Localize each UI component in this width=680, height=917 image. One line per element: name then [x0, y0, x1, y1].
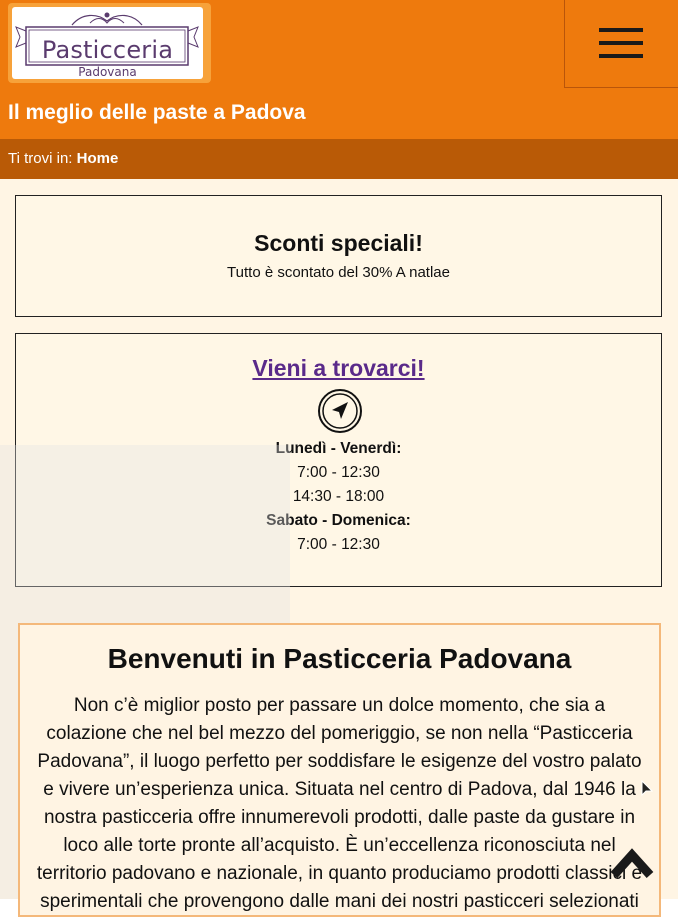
menu-button[interactable]	[564, 0, 678, 88]
hours-label-weekend: Sabato - Domenica:	[266, 512, 411, 529]
opening-hours: Lunedì - Venerdì: 7:00 - 12:30 14:30 - 1…	[16, 437, 661, 557]
logo[interactable]: Pasticceria Padovana	[8, 3, 211, 83]
welcome-title: Benvenuti in Pasticceria Padovana	[107, 643, 572, 674]
breadcrumb-home-link[interactable]: Home	[77, 150, 119, 167]
welcome-text: Non c’è miglior posto per passare un dol…	[36, 695, 643, 912]
hamburger-bar	[599, 41, 643, 45]
navigation-arrow-icon[interactable]	[317, 388, 363, 434]
hours-time: 14:30 - 18:00	[292, 488, 385, 505]
visit-box: Vieni a trovarci! Lunedì - Venerdì: 7:00…	[15, 333, 662, 587]
promo-text: Tutto è scontato del 30% A natlae	[227, 264, 450, 281]
site-header: Pasticceria Padovana Il meglio delle pas…	[0, 0, 678, 139]
hamburger-bar	[599, 54, 643, 58]
mouse-cursor-icon	[641, 780, 653, 797]
hours-time: 7:00 - 12:30	[297, 464, 380, 481]
visit-link[interactable]: Vieni a trovarci!	[16, 355, 661, 382]
hamburger-menu-icon	[599, 28, 643, 32]
site-tagline: Il meglio delle paste a Padova	[8, 101, 306, 124]
breadcrumb-prefix: Ti trovi in:	[8, 150, 73, 167]
hours-time: 7:00 - 12:30	[297, 536, 380, 553]
promo-title: Sconti speciali!	[254, 230, 423, 256]
chevron-up-icon[interactable]	[610, 845, 654, 885]
logo-card: Pasticceria Padovana	[12, 7, 203, 79]
promo-box: Sconti speciali! Tutto è scontato del 30…	[15, 195, 662, 317]
hours-label-weekdays: Lunedì - Venerdì:	[275, 440, 402, 457]
logo-title: Pasticceria	[41, 36, 174, 64]
logo-subtitle: Padovana	[78, 65, 137, 79]
breadcrumb: Ti trovi in: Home	[0, 139, 678, 179]
welcome-section: Benvenuti in Pasticceria Padovana Non c’…	[18, 623, 661, 917]
